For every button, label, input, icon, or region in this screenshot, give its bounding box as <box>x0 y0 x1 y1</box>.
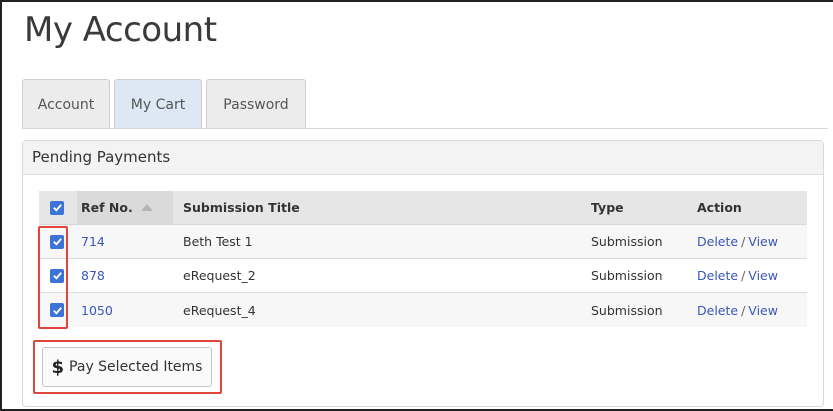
submission-title: eRequest_2 <box>183 268 256 283</box>
payments-table: Ref No. Submission Title Type Action 714… <box>39 191 807 327</box>
column-header-type[interactable]: Type <box>585 191 685 224</box>
table-row: 714 Beth Test 1 Submission Delete / View <box>39 225 807 259</box>
column-header-ref-label: Ref No. <box>81 200 133 215</box>
row-actions: Delete / View <box>689 225 807 258</box>
submission-type: Submission <box>591 234 663 249</box>
submission-type: Submission <box>591 302 663 318</box>
button-highlight-box <box>33 340 222 394</box>
tab-bar: Account My Cart Password <box>22 79 310 129</box>
table-header: Ref No. Submission Title Type Action <box>39 191 807 225</box>
sort-ascending-icon[interactable] <box>140 204 153 211</box>
ref-link[interactable]: 878 <box>77 259 173 292</box>
table-row: 878 eRequest_2 Submission Delete / View <box>39 259 807 293</box>
checkbox-highlight-box <box>38 226 68 329</box>
select-all-checkbox[interactable] <box>39 191 75 224</box>
delete-link[interactable]: Delete <box>697 234 738 249</box>
view-link[interactable]: View <box>748 303 778 318</box>
action-separator: / <box>741 302 746 318</box>
ref-link[interactable]: 714 <box>77 225 173 258</box>
tab-my-cart[interactable]: My Cart <box>114 79 202 129</box>
tab-account[interactable]: Account <box>22 79 110 129</box>
submission-title: eRequest_4 <box>183 302 256 318</box>
delete-link[interactable]: Delete <box>697 303 738 318</box>
panel-title: Pending Payments <box>23 141 823 175</box>
tab-password[interactable]: Password <box>206 79 306 129</box>
table-row: 1050 eRequest_4 Submission Delete / View <box>39 293 807 327</box>
tabs-divider <box>22 128 828 129</box>
column-header-action: Action <box>697 200 742 215</box>
delete-link[interactable]: Delete <box>697 268 738 283</box>
column-header-ref[interactable]: Ref No. <box>77 191 173 224</box>
page-title: My Account <box>24 10 217 50</box>
view-link[interactable]: View <box>748 234 778 249</box>
row-actions: Delete / View <box>689 259 807 292</box>
submission-title: Beth Test 1 <box>183 234 253 249</box>
checkbox-checked-icon <box>50 200 64 215</box>
column-header-title[interactable]: Submission Title <box>177 191 577 224</box>
row-actions: Delete / View <box>689 293 807 327</box>
submission-type: Submission <box>591 268 663 283</box>
ref-link[interactable]: 1050 <box>77 293 173 327</box>
view-link[interactable]: View <box>748 268 778 283</box>
action-separator: / <box>741 268 746 283</box>
action-separator: / <box>741 234 746 249</box>
